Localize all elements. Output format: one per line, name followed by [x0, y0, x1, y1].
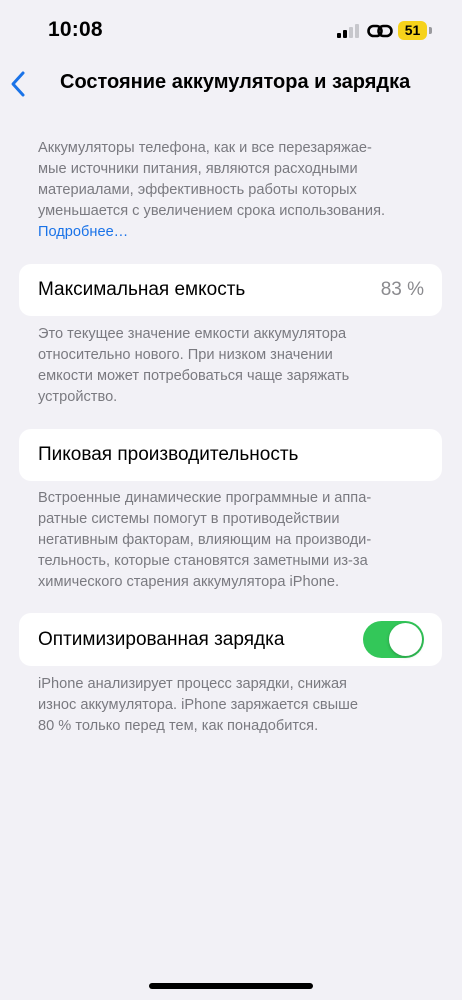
- peak-performance-note-line: тельность, которые становятся заметными …: [38, 553, 368, 569]
- more-link[interactable]: Подробнее…: [38, 222, 428, 243]
- battery-tip: [429, 27, 432, 34]
- max-capacity-label: Максимальная емкость: [38, 279, 246, 300]
- peak-performance-note-line: ратные системы помогут в противодействии: [38, 511, 340, 527]
- battery-level: 51: [404, 22, 421, 38]
- status-time: 10:08: [48, 18, 103, 41]
- max-capacity-note-line: емкости может потребоваться чаще заряжат…: [38, 368, 350, 384]
- max-capacity-row: Максимальная емкость 83 %: [19, 264, 442, 316]
- max-capacity-note-line: устройство.: [38, 389, 118, 405]
- page-title: Состояние аккумулятора и зарядка: [60, 71, 411, 93]
- peak-performance-label: Пиковая производительность: [38, 444, 299, 465]
- toggle-knob: [389, 623, 422, 656]
- optimized-charging-note: iPhone анализирует процесс зарядки, сниж…: [38, 674, 428, 737]
- max-capacity-value: 83 %: [380, 279, 424, 300]
- intro-line: Аккумуляторы телефона, как и все перезар…: [38, 140, 372, 156]
- intro-text: Аккумуляторы телефона, как и все перезар…: [38, 138, 428, 243]
- optimized-charging-note-line: износ аккумулятора. iPhone заряжается св…: [38, 697, 358, 713]
- cellular-signal-icon: [337, 24, 361, 38]
- chevron-left-icon: [11, 71, 25, 97]
- personal-hotspot-link-icon: [367, 24, 393, 38]
- optimized-charging-row: Оптимизированная зарядка: [19, 613, 442, 666]
- back-button[interactable]: [4, 66, 34, 102]
- peak-performance-note-line: химического старения аккумулятора iPhone…: [38, 574, 340, 590]
- status-bar: 10:08 51: [0, 0, 462, 62]
- home-indicator[interactable]: [149, 983, 313, 989]
- intro-line: уменьшается с увеличением срока использо…: [38, 203, 386, 219]
- peak-performance-note: Встроенные динамические программные и ап…: [38, 488, 428, 593]
- optimized-charging-label: Оптимизированная зарядка: [38, 628, 285, 650]
- battery-icon: 51: [398, 21, 427, 40]
- peak-performance-note-line: Встроенные динамические программные и ап…: [38, 490, 372, 506]
- navigation-bar: Состояние аккумулятора и зарядка: [0, 62, 462, 106]
- max-capacity-note: Это текущее значение емкости аккумулятор…: [38, 324, 428, 408]
- peak-performance-row: Пиковая производительность: [19, 429, 442, 481]
- max-capacity-note-line: относительно нового. При низком значении: [38, 347, 333, 363]
- intro-line: мые источники питания, являются расходны…: [38, 161, 358, 177]
- max-capacity-note-line: Это текущее значение емкости аккумулятор…: [38, 326, 347, 342]
- optimized-charging-note-line: 80 % только перед тем, как понадобится.: [38, 718, 319, 734]
- optimized-charging-note-line: iPhone анализирует процесс зарядки, сниж…: [38, 676, 347, 692]
- intro-line: материалами, эффективность работы которы…: [38, 182, 357, 198]
- optimized-charging-toggle[interactable]: [363, 621, 424, 658]
- peak-performance-note-line: негативным факторам, влияющим на произво…: [38, 532, 372, 548]
